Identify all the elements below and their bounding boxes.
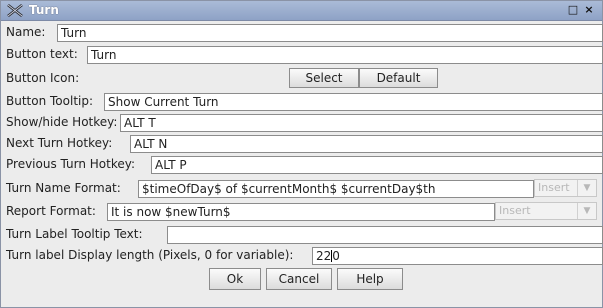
default-icon-button[interactable]: Default (359, 68, 438, 88)
ok-button[interactable]: Ok (209, 268, 261, 290)
show-hide-hotkey-label: Show/hide Hotkey: (6, 115, 118, 129)
turn-label-tooltip-field[interactable] (167, 226, 603, 244)
turn-name-format-field[interactable]: $timeOfDay$ of $currentMonth$ $currentDa… (138, 180, 534, 198)
title-bar[interactable]: Turn □ × (1, 1, 602, 21)
turn-label-tooltip-row: Turn Label Tooltip Text: (1, 225, 603, 244)
close-icon[interactable]: × (583, 4, 595, 16)
name-field[interactable]: Turn (57, 24, 603, 42)
button-icon-label: Button Icon: (6, 71, 80, 85)
chevron-down-icon: ▼ (577, 180, 596, 196)
name-row: Name: Turn (1, 23, 603, 42)
report-format-label: Report Format: (6, 204, 96, 218)
previous-turn-hotkey-label: Previous Turn Hotkey: (6, 157, 136, 171)
button-tooltip-label: Button Tooltip: (6, 94, 94, 108)
report-format-row: Report Format: It is now $newTurn$ Inser… (1, 201, 602, 222)
turn-label-length-label: Turn label Display length (Pixels, 0 for… (6, 248, 294, 262)
window-title: Turn (29, 3, 59, 17)
previous-turn-hotkey-field[interactable]: ALT P (151, 156, 603, 174)
show-hide-hotkey-row: Show/hide Hotkey: ALT T (1, 113, 603, 132)
minimize-icon[interactable]: □ (567, 4, 579, 16)
cancel-button[interactable]: Cancel (266, 268, 332, 290)
turn-name-insert-dropdown[interactable]: Insert ▼ (534, 179, 597, 197)
dialog-buttons: Ok Cancel Help (1, 268, 602, 290)
button-text-field[interactable]: Turn (87, 46, 603, 64)
turn-name-format-row: Turn Name Format: $timeOfDay$ of $curren… (1, 178, 602, 199)
turn-label-length-field[interactable]: 220 (312, 247, 603, 265)
chevron-down-icon: ▼ (577, 203, 596, 219)
button-text-label: Button text: (6, 47, 78, 61)
button-tooltip-row: Button Tooltip: Show Current Turn (1, 92, 603, 111)
turn-label-length-row: Turn label Display length (Pixels, 0 for… (1, 246, 603, 265)
length-value-before-caret: 22 (316, 249, 332, 263)
turn-label-tooltip-label: Turn Label Tooltip Text: (6, 227, 143, 241)
report-format-field[interactable]: It is now $newTurn$ (107, 203, 495, 221)
close-x-app-icon (7, 3, 23, 18)
report-insert-label: Insert (499, 204, 531, 217)
previous-turn-hotkey-row: Previous Turn Hotkey: ALT P (1, 155, 603, 174)
turn-name-insert-label: Insert (538, 181, 570, 194)
next-turn-hotkey-label: Next Turn Hotkey: (6, 136, 113, 150)
turn-name-format-label: Turn Name Format: (6, 181, 121, 195)
button-text-row: Button text: Turn (1, 45, 603, 64)
select-icon-button[interactable]: Select (289, 68, 359, 88)
report-insert-dropdown[interactable]: Insert ▼ (495, 202, 597, 220)
length-value-after-caret: 0 (332, 249, 340, 263)
turn-dialog: Turn □ × Name: Turn Button text: Turn Bu… (0, 0, 603, 308)
help-button[interactable]: Help (337, 268, 403, 290)
name-label: Name: (6, 25, 46, 39)
next-turn-hotkey-row: Next Turn Hotkey: ALT N (1, 134, 603, 153)
next-turn-hotkey-field[interactable]: ALT N (130, 135, 603, 153)
button-tooltip-field[interactable]: Show Current Turn (104, 93, 603, 111)
show-hide-hotkey-field[interactable]: ALT T (120, 114, 603, 132)
button-icon-row: Button Icon: Select Default (1, 68, 602, 89)
